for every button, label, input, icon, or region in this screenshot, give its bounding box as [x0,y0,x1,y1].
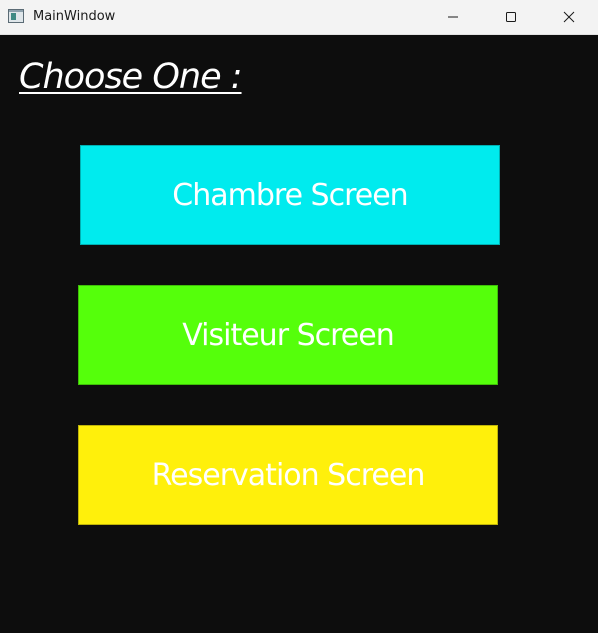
title-bar[interactable]: MainWindow [0,0,598,35]
minimize-icon [448,16,458,18]
app-icon [8,9,24,23]
visiteur-screen-button[interactable]: Visiteur Screen [78,285,498,385]
page-title: Choose One : [19,57,243,97]
maximize-button[interactable] [488,0,534,34]
minimize-button[interactable] [430,0,476,34]
main-window: MainWindow Choose One : Chambre Screen V… [0,0,598,633]
maximize-icon [506,12,516,22]
window-title: MainWindow [33,9,116,24]
close-icon [563,11,575,23]
close-button[interactable] [546,0,592,34]
chambre-screen-button[interactable]: Chambre Screen [80,145,500,245]
reservation-screen-button[interactable]: Reservation Screen [78,425,498,525]
